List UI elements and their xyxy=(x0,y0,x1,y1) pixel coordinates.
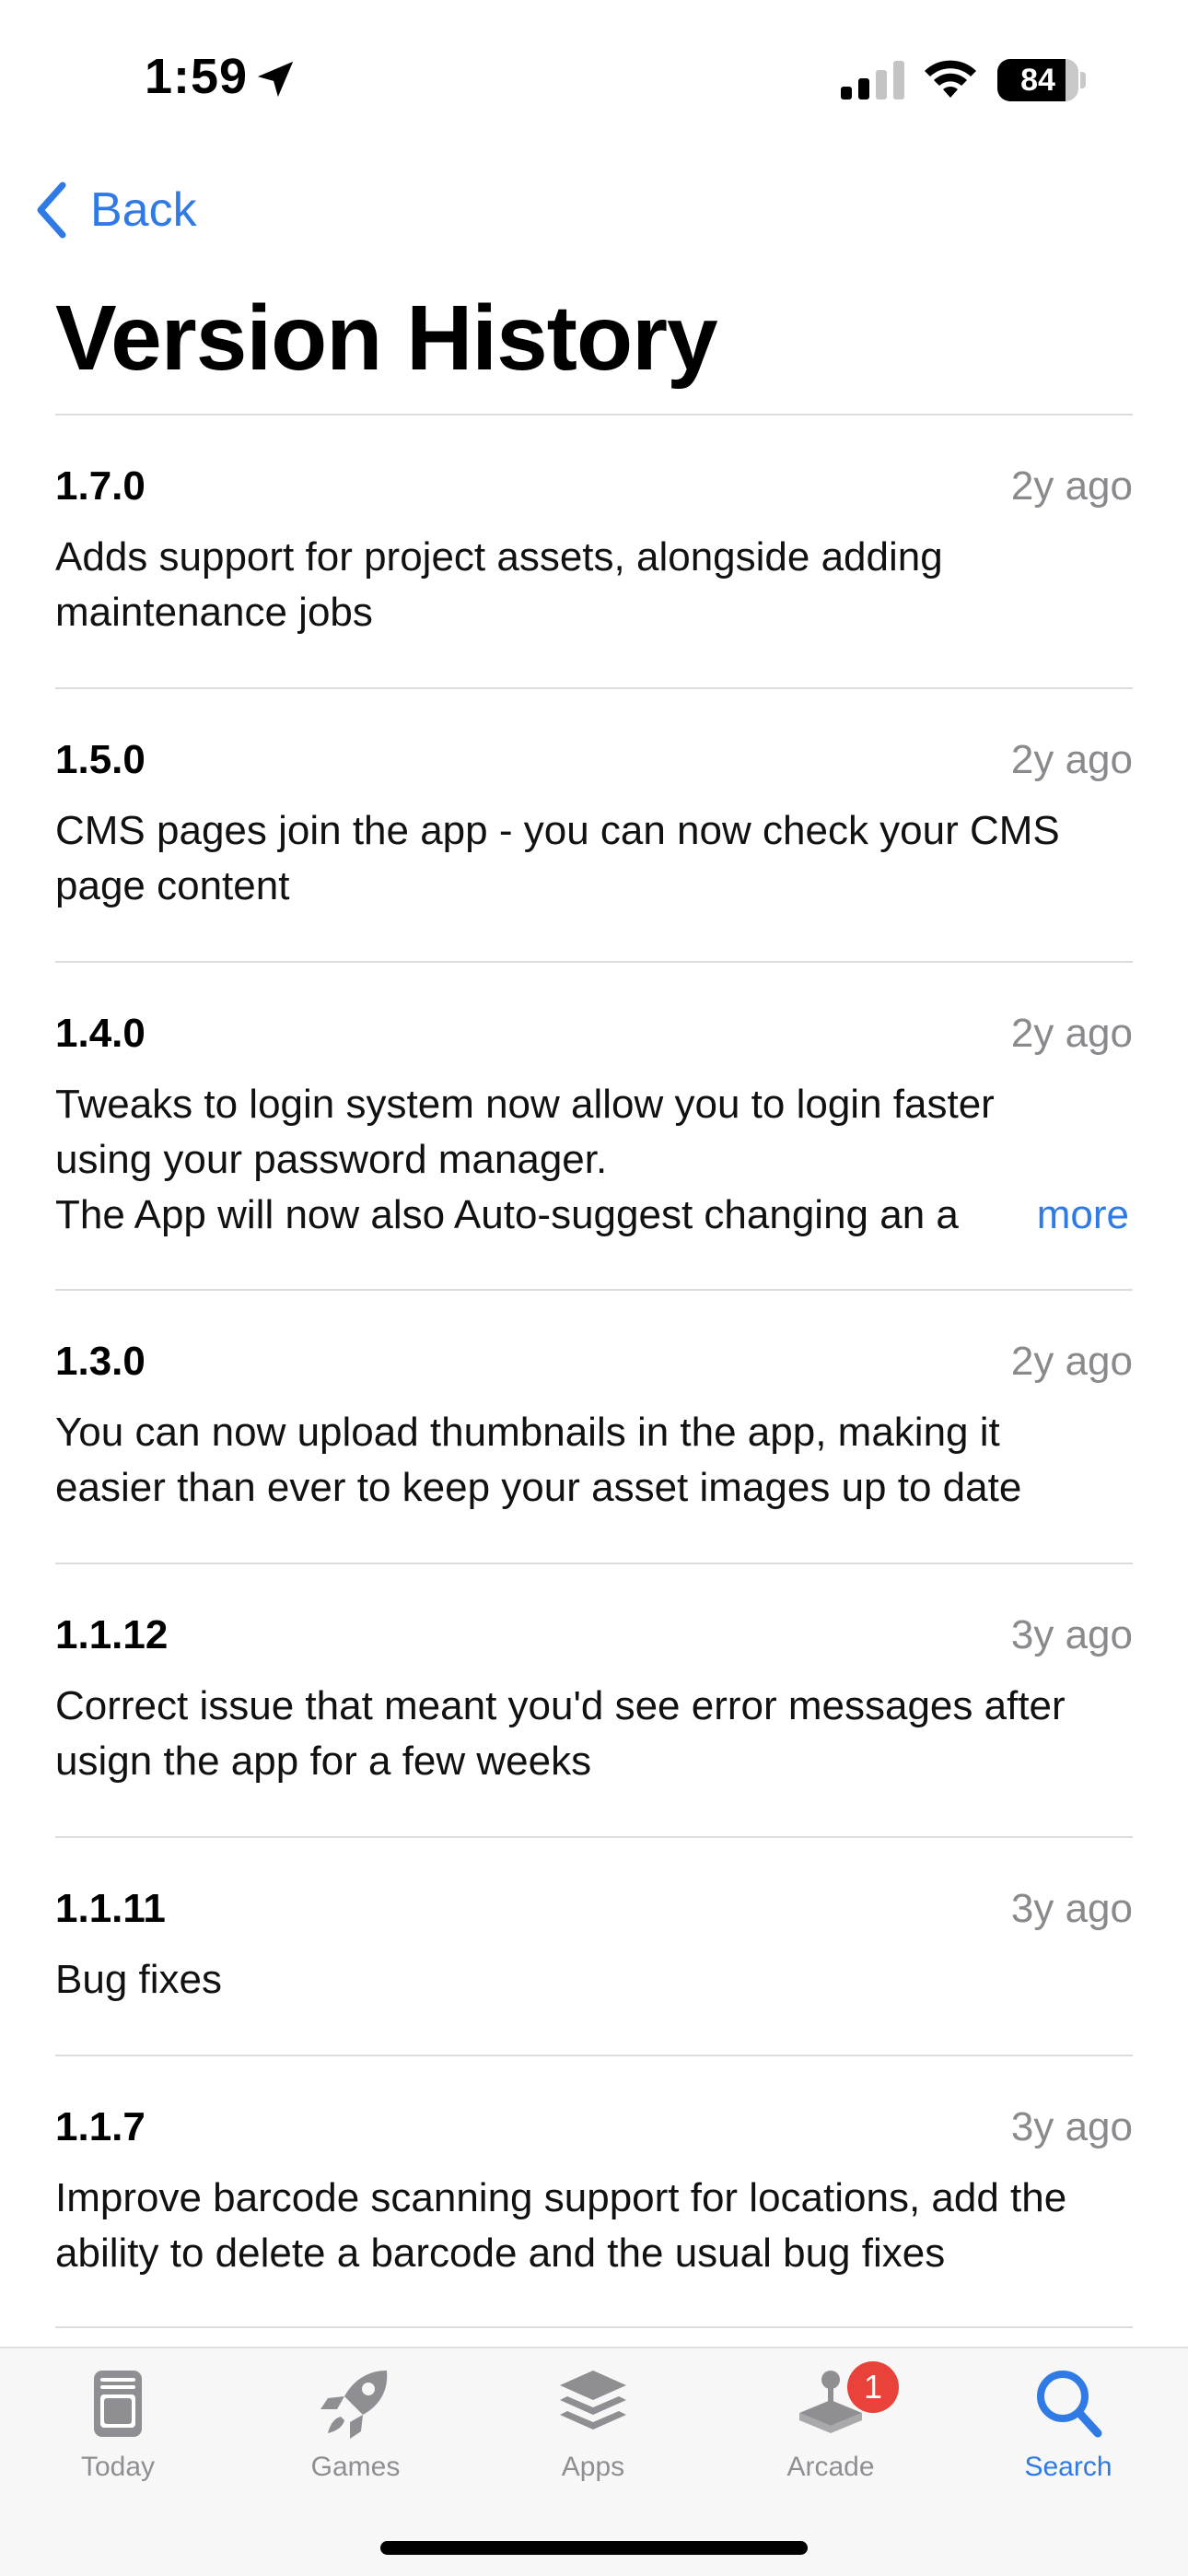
back-button[interactable]: Back xyxy=(33,181,197,240)
version-date: 2y ago xyxy=(1010,1011,1133,1056)
version-entry: 1.3.0 2y ago You can now upload thumbnai… xyxy=(55,1289,1133,1563)
version-entry: 1.1.12 3y ago Correct issue that meant y… xyxy=(55,1563,1133,1836)
version-number: 1.3.0 xyxy=(55,1339,146,1384)
home-indicator xyxy=(380,2541,808,2555)
version-notes: You can now upload thumbnails in the app… xyxy=(55,1410,1022,1510)
version-date: 2y ago xyxy=(1010,1339,1133,1384)
tab-label: Games xyxy=(310,2452,401,2482)
tab-search[interactable]: Search xyxy=(976,2365,1160,2512)
version-date: 3y ago xyxy=(1010,1612,1133,1657)
version-notes: Correct issue that meant you'd see error… xyxy=(55,1683,1066,1784)
version-notes: Tweaks to login system now allow you to … xyxy=(55,1082,995,1237)
battery-indicator: 84 xyxy=(997,59,1086,101)
version-list: 1.7.0 2y ago Adds support for project as… xyxy=(55,414,1133,2328)
wifi-icon xyxy=(925,60,976,98)
rocket-icon xyxy=(320,2371,388,2439)
version-entry: 1.1.11 3y ago Bug fixes xyxy=(55,1836,1133,2055)
version-entry: 1.4.0 2y ago Tweaks to login system now … xyxy=(55,961,1133,1289)
tab-label: Today xyxy=(80,2452,156,2482)
version-number: 1.7.0 xyxy=(55,463,146,509)
version-number: 1.5.0 xyxy=(55,737,146,782)
battery-percent: 84 xyxy=(1020,63,1055,98)
version-number: 1.1.7 xyxy=(55,2104,146,2149)
tab-today[interactable]: Today xyxy=(26,2365,210,2512)
chevron-left-icon xyxy=(37,181,66,239)
status-bar: 1:59 84 xyxy=(0,0,1188,157)
tab-label: Arcade xyxy=(786,2452,875,2482)
location-arrow-icon xyxy=(257,61,294,98)
version-number: 1.1.11 xyxy=(55,1886,166,1931)
search-icon xyxy=(1037,2371,1102,2438)
tab-label: Apps xyxy=(561,2452,625,2482)
page-title: Version History xyxy=(55,287,718,390)
version-notes: Improve barcode scanning support for loc… xyxy=(55,2175,1067,2276)
more-link[interactable]: more xyxy=(972,1188,1129,1243)
version-notes: Bug fixes xyxy=(55,1957,222,2002)
version-date: 2y ago xyxy=(1010,463,1133,509)
version-number: 1.4.0 xyxy=(55,1011,146,1056)
tab-label: Search xyxy=(1024,2452,1112,2482)
version-notes: Adds support for project assets, alongsi… xyxy=(55,534,943,635)
tab-apps[interactable]: Apps xyxy=(501,2365,685,2512)
status-time: 1:59 xyxy=(145,49,249,104)
tab-games[interactable]: Games xyxy=(263,2365,448,2512)
version-number: 1.1.12 xyxy=(55,1612,169,1657)
back-label: Back xyxy=(90,183,197,237)
version-entry: 1.5.0 2y ago CMS pages join the app - yo… xyxy=(55,687,1133,961)
tab-arcade[interactable]: 1 Arcade xyxy=(739,2361,923,2512)
version-date: 3y ago xyxy=(1010,1886,1133,1931)
version-notes: CMS pages join the app - you can now che… xyxy=(55,808,1060,908)
layers-icon xyxy=(560,2371,626,2430)
version-entry: 1.7.0 2y ago Adds support for project as… xyxy=(55,414,1133,687)
version-date: 3y ago xyxy=(1010,2104,1133,2149)
today-icon xyxy=(94,2371,142,2437)
notification-badge: 1 xyxy=(847,2361,899,2413)
version-date: 2y ago xyxy=(1010,737,1133,782)
version-entry: 1.1.7 3y ago Improve barcode scanning su… xyxy=(55,2055,1133,2328)
cellular-signal-icon xyxy=(841,61,904,100)
